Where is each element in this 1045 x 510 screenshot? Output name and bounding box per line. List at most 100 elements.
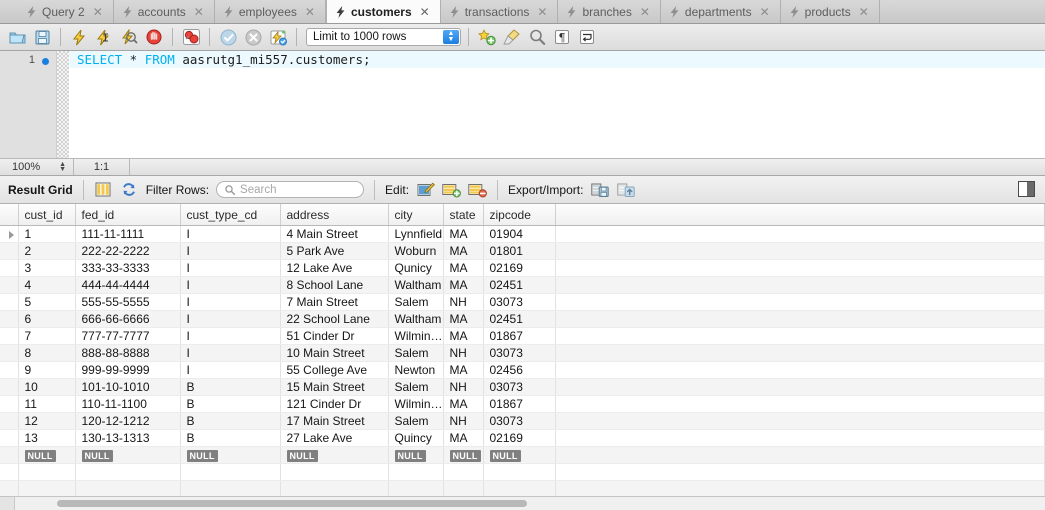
toggle-side-panel-icon[interactable] <box>1018 181 1035 197</box>
export-recordset-icon[interactable] <box>590 180 609 199</box>
cell-zipcode[interactable]: 03073 <box>483 412 556 430</box>
cell-address[interactable]: 7 Main Street <box>280 293 389 311</box>
cell-state[interactable]: NH <box>443 412 484 430</box>
cell-state[interactable]: MA <box>443 259 484 277</box>
cell-state[interactable]: MA <box>443 429 484 447</box>
cell-city[interactable]: Wilmingt… <box>388 327 444 345</box>
column-header-state[interactable]: state <box>443 204 484 226</box>
cell-cust_id[interactable]: 10 <box>18 378 76 396</box>
cell-zipcode[interactable]: 02456 <box>483 361 556 379</box>
editor-tab-query-2[interactable]: Query 2 ✕ <box>18 0 114 23</box>
cell-city[interactable]: Salem <box>388 344 444 362</box>
cell-cust_id[interactable]: 3 <box>18 259 76 277</box>
autocommit-icon[interactable] <box>267 27 289 48</box>
cell-fed_id[interactable]: 444-44-4444 <box>75 276 181 294</box>
cell-fed_id[interactable]: 666-66-6666 <box>75 310 181 328</box>
cell-address[interactable]: 12 Lake Ave <box>280 259 389 277</box>
rollback-icon[interactable] <box>242 27 264 48</box>
row-limit-stepper[interactable]: ▲ ▼ <box>443 30 459 44</box>
column-header-city[interactable]: city <box>388 204 444 226</box>
close-icon[interactable]: ✕ <box>640 6 650 18</box>
cell-fed_id[interactable]: 111-11-1111 <box>75 225 181 243</box>
toggle-stop-on-error-icon[interactable] <box>180 27 202 48</box>
close-icon[interactable]: ✕ <box>760 6 770 18</box>
find-icon[interactable] <box>526 27 548 48</box>
close-icon[interactable]: ✕ <box>859 6 869 18</box>
cell-cust_id[interactable]: 8 <box>18 344 76 362</box>
cell-city[interactable]: Woburn <box>388 242 444 260</box>
cell-address[interactable]: 17 Main Street <box>280 412 389 430</box>
column-header-zipcode[interactable]: zipcode <box>483 204 556 226</box>
null-cell-cust_id[interactable]: NULL <box>18 446 76 464</box>
cell-state[interactable]: MA <box>443 327 484 345</box>
cell-cust_type_cd[interactable]: I <box>180 361 281 379</box>
editor-tab-branches[interactable]: branches ✕ <box>558 0 661 23</box>
cell-address[interactable]: 121 Cinder Dr <box>280 395 389 413</box>
cell-zipcode[interactable]: 01904 <box>483 225 556 243</box>
execute-current-statement-icon[interactable] <box>93 27 115 48</box>
commit-icon[interactable] <box>217 27 239 48</box>
zoom-level-control[interactable]: 100% ▲ ▼ <box>0 159 74 175</box>
table-row[interactable]: 5 555-55-5555 I 7 Main Street Salem NH 03073 <box>0 293 1045 311</box>
cell-address[interactable]: 15 Main Street <box>280 378 389 396</box>
toggle-invisible-chars-icon[interactable]: ¶ <box>551 27 573 48</box>
editor-tab-departments[interactable]: departments ✕ <box>661 0 781 23</box>
null-cell-fed_id[interactable]: NULL <box>75 446 181 464</box>
clear-context-icon[interactable] <box>501 27 523 48</box>
cell-zipcode[interactable]: 01801 <box>483 242 556 260</box>
table-row[interactable]: 4 444-44-4444 I 8 School Lane Waltham MA 02451 <box>0 276 1045 294</box>
table-row[interactable]: 8 888-88-8888 I 10 Main Street Salem NH 03073 <box>0 344 1045 362</box>
cell-address[interactable]: 27 Lake Ave <box>280 429 389 447</box>
column-header-cust_id[interactable]: cust_id <box>18 204 76 226</box>
cell-cust_type_cd[interactable]: B <box>180 395 281 413</box>
table-row[interactable]: 11110-11-1100B121 Cinder DrWilmingt…MA01… <box>0 395 1045 413</box>
editor-tab-transactions[interactable]: transactions ✕ <box>441 0 559 23</box>
editor-tab-customers[interactable]: customers ✕ <box>325 0 441 23</box>
scrollbar-thumb[interactable] <box>57 500 527 507</box>
cell-cust_type_cd[interactable]: B <box>180 378 281 396</box>
close-icon[interactable]: ✕ <box>194 6 204 18</box>
cell-city[interactable]: Waltham <box>388 310 444 328</box>
null-cell-address[interactable]: NULL <box>280 446 389 464</box>
cell-cust_id[interactable]: 1 <box>18 225 76 243</box>
cell-cust_type_cd[interactable]: I <box>180 310 281 328</box>
result-grid[interactable]: cust_id fed_id cust_type_cd address city stat… <box>0 204 1045 496</box>
cell-state[interactable]: MA <box>443 276 484 294</box>
cell-city[interactable]: Salem <box>388 378 444 396</box>
cell-cust_type_cd[interactable]: I <box>180 293 281 311</box>
search-input[interactable]: Search <box>216 181 365 198</box>
editor-code-area[interactable]: SELECT * FROM aasrutg1_mi557.customers; <box>69 51 1045 158</box>
cell-zipcode[interactable]: 02169 <box>483 259 556 277</box>
beautify-sql-icon[interactable] <box>476 27 498 48</box>
cell-cust_id[interactable]: 9 <box>18 361 76 379</box>
table-row[interactable]: 12 120-12-1212 B 17 Main Street Salem NH 03073 <box>0 412 1045 430</box>
cell-zipcode[interactable]: 02169 <box>483 429 556 447</box>
cell-city[interactable]: Wilmingt… <box>388 395 444 413</box>
cell-city[interactable]: Qunicy <box>388 259 444 277</box>
cell-state[interactable]: NH <box>443 293 484 311</box>
cell-zipcode[interactable]: 02451 <box>483 310 556 328</box>
cell-zipcode[interactable]: 02451 <box>483 276 556 294</box>
cell-address[interactable]: 10 Main Street <box>280 344 389 362</box>
cell-cust_type_cd[interactable]: I <box>180 276 281 294</box>
table-row[interactable]: 13 130-13-1313 B 27 Lake Ave Quincy MA 02169 <box>0 429 1045 447</box>
table-row[interactable]: 1 111-11-1111 I 4 Main Street Lynnfield MA 019… <box>0 225 1045 243</box>
column-header-cust_type_cd[interactable]: cust_type_cd <box>180 204 281 226</box>
row-limit-select[interactable]: Limit to 1000 rows ▲ ▼ <box>306 28 461 46</box>
close-icon[interactable]: ✕ <box>93 6 103 18</box>
cell-fed_id[interactable]: 555-55-5555 <box>75 293 181 311</box>
cell-state[interactable]: NH <box>443 344 484 362</box>
editor-tab-employees[interactable]: employees ✕ <box>215 0 326 23</box>
cell-city[interactable]: Lynnfield <box>388 225 444 243</box>
cell-address[interactable]: 4 Main Street <box>280 225 389 243</box>
cell-city[interactable]: Salem <box>388 412 444 430</box>
table-row[interactable]: 9 999-99-9999 I 55 College Ave Newton MA 02456 <box>0 361 1045 379</box>
cell-city[interactable]: Newton <box>388 361 444 379</box>
cell-cust_type_cd[interactable]: I <box>180 344 281 362</box>
sql-editor[interactable]: 1 SELECT * FROM aasrutg1_mi557.customers… <box>0 51 1045 158</box>
delete-row-icon[interactable] <box>468 180 487 199</box>
cell-zipcode[interactable]: 01867 <box>483 395 556 413</box>
cell-fed_id[interactable]: 999-99-9999 <box>75 361 181 379</box>
import-recordset-icon[interactable] <box>616 180 635 199</box>
cell-state[interactable]: NH <box>443 378 484 396</box>
